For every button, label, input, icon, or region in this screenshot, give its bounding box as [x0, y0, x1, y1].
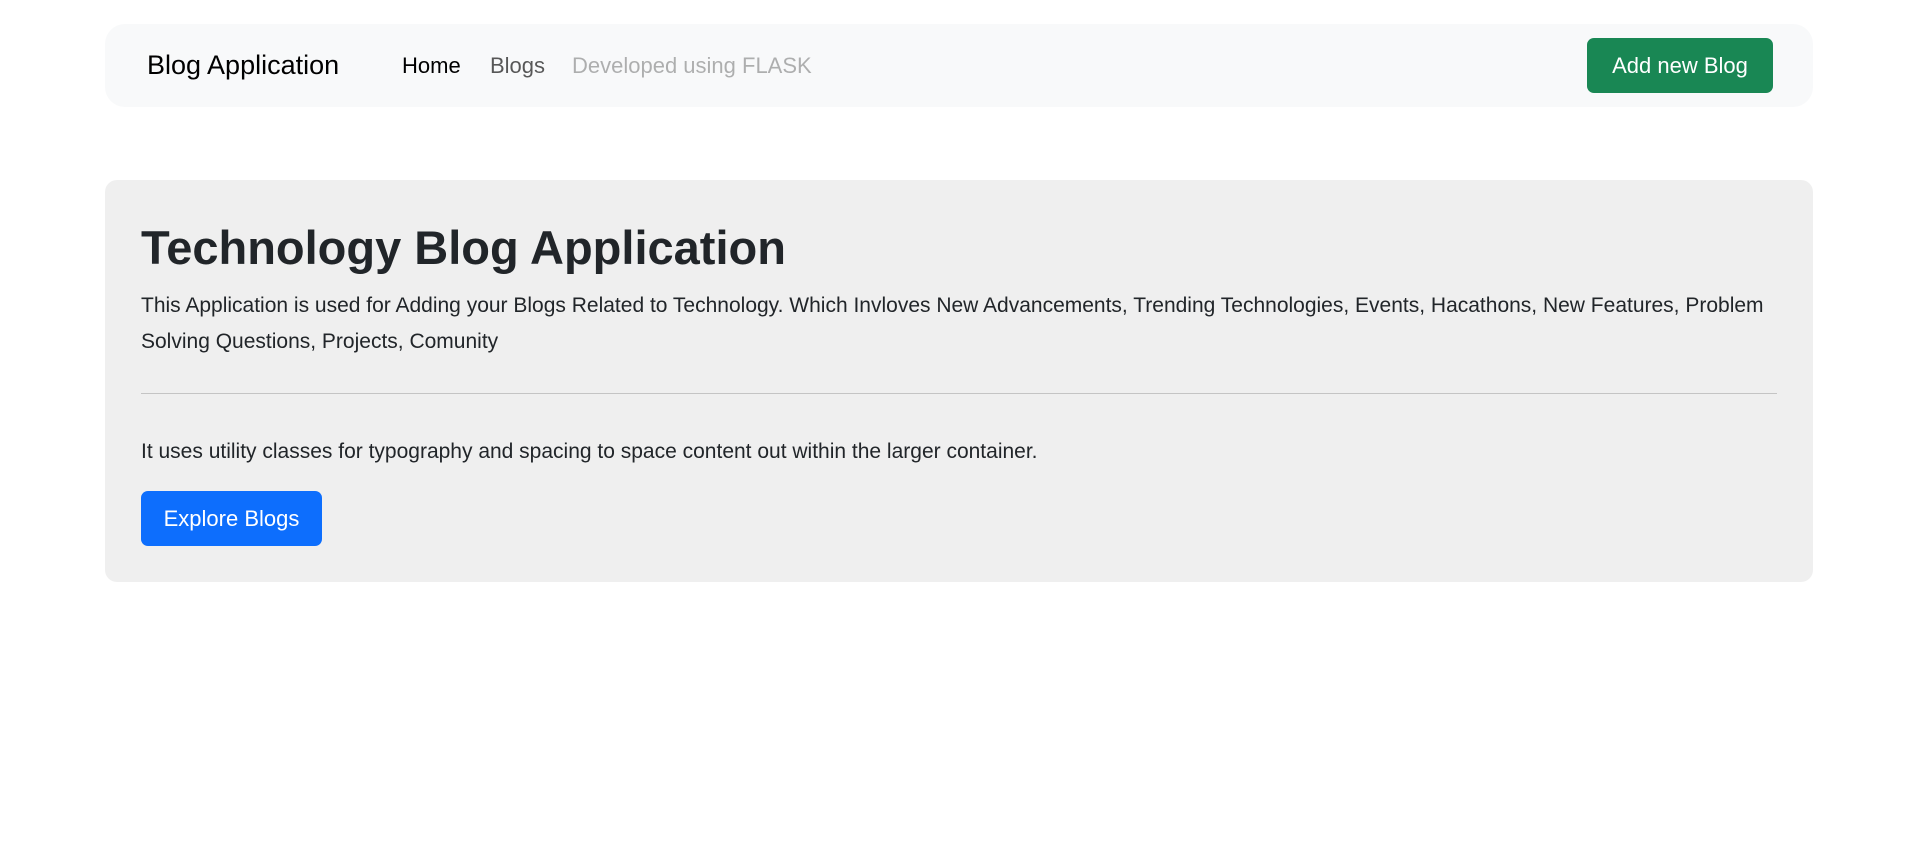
hero-section: Technology Blog Application This Applica… [105, 180, 1813, 582]
nav-link-developed-using-flask: Developed using FLASK [572, 53, 812, 78]
navbar: Blog Application Home Blogs Developed us… [105, 24, 1813, 107]
explore-blogs-button[interactable]: Explore Blogs [141, 491, 322, 546]
divider [141, 393, 1777, 394]
navbar-brand[interactable]: Blog Application [147, 24, 339, 107]
nav-link-blogs[interactable]: Blogs [490, 24, 545, 107]
hero-secondary-text: It uses utility classes for typography a… [141, 440, 1038, 463]
nav-link-home[interactable]: Home [402, 24, 461, 107]
page-title: Technology Blog Application [141, 221, 786, 274]
add-new-blog-button[interactable]: Add new Blog [1587, 38, 1773, 93]
hero-description: This Application is used for Adding your… [141, 294, 1764, 353]
